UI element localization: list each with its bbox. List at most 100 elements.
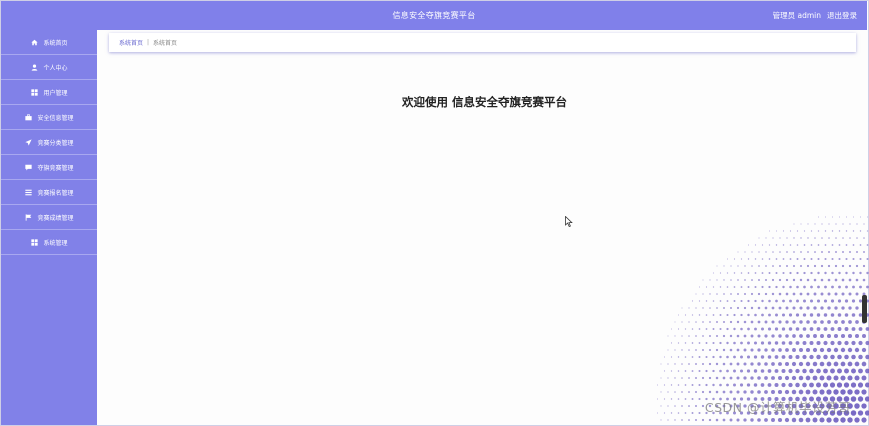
halftone-dot (813, 306, 817, 310)
halftone-dot (792, 320, 796, 324)
halftone-dot (684, 342, 687, 344)
halftone-dot (736, 418, 740, 422)
sidebar-item-users[interactable]: 用户管理 (1, 80, 97, 105)
halftone-dot (812, 347, 818, 353)
halftone-dot (765, 237, 767, 239)
halftone-dot (709, 293, 711, 295)
halftone-dot (716, 307, 718, 309)
halftone-dot (781, 368, 786, 374)
halftone-dot (824, 271, 827, 275)
halftone-dot (817, 230, 820, 232)
halftone-dot (712, 286, 715, 288)
halftone-dot (681, 377, 683, 379)
app-title: 信息安全夺旗竞赛平台 (392, 11, 476, 20)
briefcase-icon (24, 113, 32, 121)
scrollbar-handle[interactable] (862, 295, 867, 323)
halftone-dot (702, 321, 704, 323)
halftone-dot (803, 285, 806, 289)
halftone-dot (684, 370, 687, 372)
halftone-dot (848, 278, 852, 282)
halftone-dot (764, 278, 768, 282)
halftone-dot (795, 354, 800, 360)
halftone-dot (835, 237, 837, 239)
halftone-dot (855, 278, 859, 282)
halftone-dot (778, 362, 782, 366)
halftone-dot (848, 306, 852, 310)
halftone-dot (768, 272, 771, 274)
halftone-dot (785, 292, 789, 296)
halftone-dot (695, 335, 697, 337)
halftone-dot (792, 306, 796, 310)
halftone-dot (702, 279, 704, 281)
halftone-dot (834, 292, 838, 296)
halftone-dot (793, 223, 795, 225)
halftone-dot (772, 265, 774, 267)
halftone-dot (838, 285, 841, 289)
halftone-dot (786, 237, 788, 239)
sidebar-item-registration[interactable]: 竞赛报名管理 (1, 180, 97, 205)
sidebar: 系统首页 个人中心 用户管理 安全信息管理 竞赛分类管理 夺旗竞赛管理 竞赛报名… (1, 30, 97, 425)
halftone-dot (812, 417, 818, 423)
halftone-dot (712, 300, 715, 302)
halftone-dot (677, 370, 680, 372)
halftone-dot (831, 285, 834, 289)
halftone-dot (813, 292, 817, 296)
halftone-dot (802, 354, 807, 360)
halftone-dot (836, 382, 843, 388)
halftone-dot (833, 417, 839, 423)
halftone-dot (838, 230, 841, 232)
sidebar-item-security-info[interactable]: 安全信息管理 (1, 105, 97, 130)
halftone-dot (674, 377, 676, 379)
halftone-dot (845, 230, 848, 232)
halftone-dot (855, 306, 859, 310)
sidebar-item-profile[interactable]: 个人中心 (1, 55, 97, 80)
halftone-dot (843, 382, 850, 388)
halftone-dot (810, 271, 813, 275)
halftone-dot (833, 375, 839, 381)
halftone-dot (823, 368, 828, 374)
sidebar-item-scores[interactable]: 竞赛成绩管理 (1, 205, 97, 230)
halftone-dot (765, 265, 767, 267)
halftone-dot (698, 314, 701, 316)
halftone-dot (751, 251, 753, 253)
halftone-dot (726, 258, 729, 260)
halftone-dot (835, 251, 837, 253)
halftone-dot (667, 335, 669, 337)
halftone-dot (802, 382, 807, 388)
logout-link[interactable]: 退出登录 (827, 10, 857, 21)
sidebar-item-category[interactable]: 竞赛分类管理 (1, 130, 97, 155)
halftone-dot (739, 383, 744, 387)
halftone-dot (757, 320, 761, 324)
halftone-dot (723, 265, 725, 267)
halftone-dot (698, 397, 701, 401)
halftone-dot (667, 349, 669, 351)
halftone-dot (764, 390, 768, 394)
sidebar-item-ctf[interactable]: 夺旗竞赛管理 (1, 155, 97, 180)
halftone-dot (847, 375, 853, 381)
halftone-dot (817, 271, 820, 275)
halftone-dot (726, 313, 729, 317)
halftone-dot (726, 341, 729, 345)
halftone-dot (709, 279, 711, 281)
halftone-dot (771, 306, 775, 310)
halftone-dot (750, 334, 754, 338)
breadcrumb-home-link[interactable]: 系统首页 (119, 38, 143, 47)
halftone-dot (833, 333, 839, 339)
halftone-dot (834, 278, 838, 282)
halftone-dot (754, 313, 757, 317)
halftone-dot (803, 299, 806, 303)
sidebar-item-system[interactable]: 系统管理 (1, 230, 97, 255)
halftone-dot (861, 403, 867, 409)
halftone-dot (803, 258, 806, 260)
halftone-dot (743, 362, 747, 366)
halftone-dot (691, 328, 694, 330)
halftone-dot (660, 363, 662, 365)
halftone-dot (758, 265, 760, 267)
halftone-dot (760, 383, 765, 387)
breadcrumb: 系统首页 | 系统首页 (109, 33, 856, 52)
halftone-dot (820, 292, 824, 296)
halftone-dot (810, 285, 813, 289)
halftone-dot (674, 405, 676, 407)
sidebar-item-home[interactable]: 系统首页 (1, 30, 97, 55)
halftone-dot (701, 362, 705, 366)
